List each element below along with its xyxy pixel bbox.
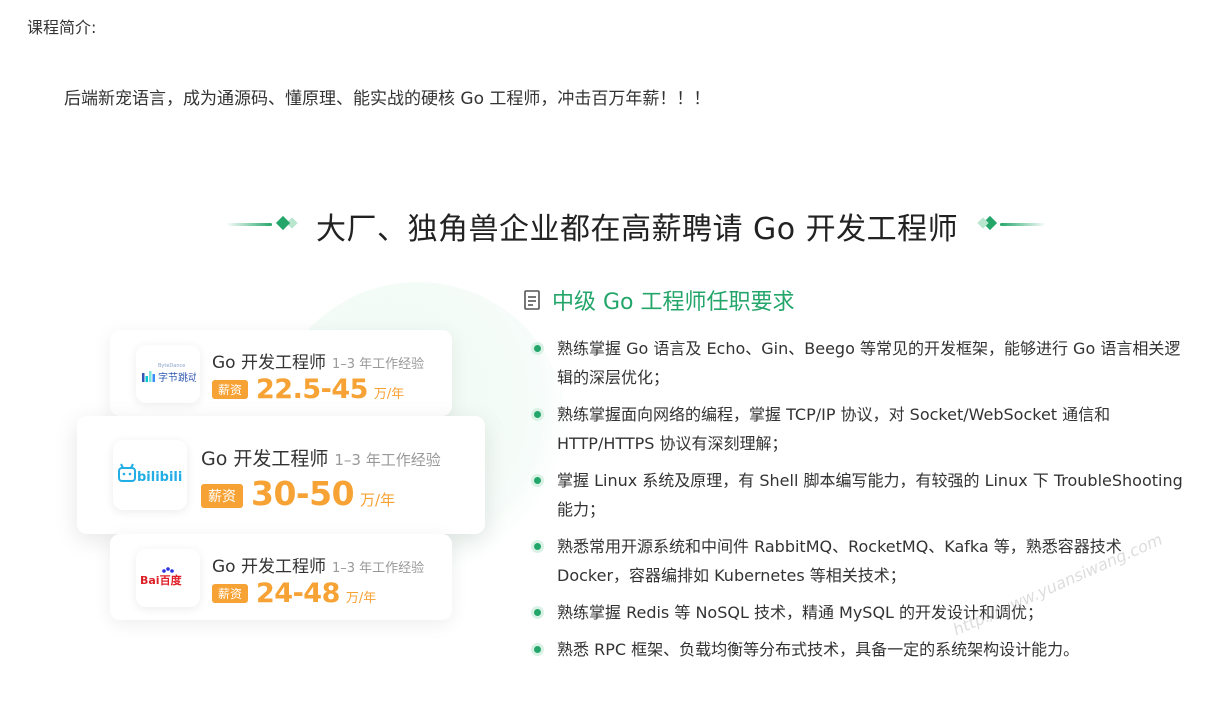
intro-label: 课程简介: (27, 18, 97, 37)
bytedance-logo-sub: ByteDance (158, 363, 185, 369)
title-left-line (226, 223, 272, 226)
job-title-text: Go 开发工程师 (212, 353, 326, 373)
baidu-logo-text: Bai百度 (140, 573, 183, 587)
list-item: 熟悉 RPC 框架、负载均衡等分布式技术，具备一定的系统架构设计能力。 (532, 635, 1192, 664)
bytedance-logo-text: 字节跳动 (158, 371, 196, 384)
salary-unit: 万/年 (373, 387, 405, 402)
salary-value: 30-50 (251, 474, 355, 513)
salary-row: 薪资 24-48 万/年 (212, 578, 376, 609)
list-item: 掌握 Linux 系统及原理，有 Shell 脚本编写能力，有较强的 Linux… (532, 466, 1192, 524)
section-header: 大厂、独角兽企业都在高薪聘请 Go 开发工程师 (0, 202, 1216, 248)
job-card-bilibili: bilibili Go 开发工程师 1–3 年工作经验 薪资 30-50 万/年 (77, 416, 485, 534)
job-card-baidu: Bai百度 Go 开发工程师 1–3 年工作经验 薪资 24-48 万/年 (110, 534, 452, 620)
list-item: 熟练掌握 Go 语言及 Echo、Gin、Beego 等常见的开发框架，能够进行… (532, 334, 1192, 392)
bilibili-logo: bilibili (113, 440, 187, 510)
baidu-logo-icon: Bai百度 (140, 567, 183, 587)
job-title: Go 开发工程师 1–3 年工作经验 (212, 348, 424, 373)
salary-value: 22.5-45 (256, 374, 368, 405)
job-experience: 1–3 年工作经验 (331, 561, 425, 576)
salary-tag: 薪资 (212, 380, 249, 399)
bilibili-logo-text: bilibili (137, 470, 182, 485)
list-item: 熟练掌握 Redis 等 NoSQL 技术，精通 MySQL 的开发设计和调优； (532, 598, 1192, 627)
job-card-bytedance: ByteDance 字节跳动 Go 开发工程师 1–3 年工作经验 薪资 22.5… (110, 330, 452, 416)
job-title-text: Go 开发工程师 (201, 448, 329, 470)
bytedance-logo-icon: ByteDance 字节跳动 (142, 363, 196, 384)
section-title: 大厂、独角兽企业都在高薪聘请 Go 开发工程师 (316, 212, 959, 247)
bytedance-logo: ByteDance 字节跳动 (136, 345, 200, 403)
intro-text: 后端新宠语言，成为通源码、懂原理、能实战的硬核 Go 工程师，冲击百万年薪！！！ (64, 89, 711, 109)
job-experience: 1–3 年工作经验 (334, 451, 441, 469)
salary-value: 24-48 (256, 578, 340, 609)
salary-row: 薪资 22.5-45 万/年 (212, 374, 404, 405)
list-item: 熟练掌握面向网络的编程，掌握 TCP/IP 协议，对 Socket/WebSoc… (532, 400, 1192, 458)
salary-tag: 薪资 (201, 484, 243, 508)
requirements-title: 中级 Go 工程师任职要求 (552, 290, 795, 315)
document-icon (524, 290, 540, 310)
job-title: Go 开发工程师 1–3 年工作经验 (212, 552, 424, 577)
requirements-list: 熟练掌握 Go 语言及 Echo、Gin、Beego 等常见的开发框架，能够进行… (532, 334, 1192, 672)
job-title: Go 开发工程师 1–3 年工作经验 (201, 444, 441, 471)
requirements-header: 中级 Go 工程师任职要求 (524, 285, 795, 315)
title-right-line (1000, 223, 1046, 226)
baidu-logo: Bai百度 (136, 549, 200, 607)
salary-unit: 万/年 (345, 591, 377, 606)
bilibili-logo-icon: bilibili (118, 463, 182, 485)
job-experience: 1–3 年工作经验 (331, 357, 425, 372)
job-title-text: Go 开发工程师 (212, 557, 326, 577)
salary-row: 薪资 30-50 万/年 (201, 474, 395, 513)
title-left-diamond (275, 215, 291, 231)
salary-unit: 万/年 (360, 491, 396, 509)
salary-tag: 薪资 (212, 584, 249, 603)
